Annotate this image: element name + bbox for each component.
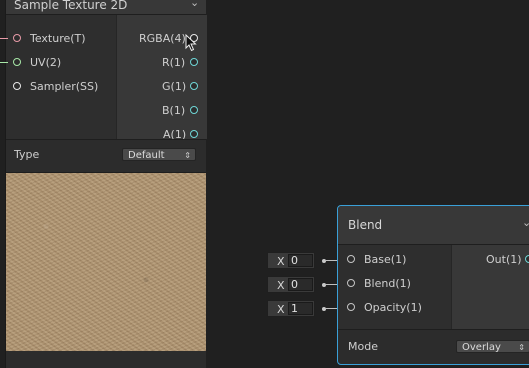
type-dropdown[interactable]: Default ⇕ [122,148,196,161]
dropdown-arrows-icon: ⇕ [518,343,525,352]
blend-value-input[interactable]: X 0 [267,276,315,293]
value-field[interactable]: 0 [288,278,313,291]
type-label: Type [14,148,40,161]
output-port-b[interactable] [190,106,198,114]
node-header[interactable]: Blend ⌄ [338,206,529,245]
input-port-opacity[interactable] [347,303,355,311]
output-port-out[interactable] [525,255,529,263]
mode-dropdown-value: Overlay [462,342,501,353]
input-label-sampler: Sampler(SS) [30,80,99,93]
mouse-pointer-icon [185,34,197,52]
node-title: Blend [348,218,383,232]
input-label-blend: Blend(1) [364,277,411,290]
input-port-base[interactable] [347,255,355,263]
texture-wire[interactable] [0,38,8,39]
chevron-down-icon[interactable]: ⌄ [190,0,199,9]
input-label-opacity: Opacity(1) [364,301,422,314]
node-title: Sample Texture 2D [14,0,128,12]
input-port-uv[interactable] [13,58,21,66]
axis-label: X [277,279,285,292]
value-field[interactable]: 1 [288,302,313,315]
node-header[interactable]: Sample Texture 2D ⌄ [6,0,206,15]
input-label-uv: UV(2) [30,56,62,69]
sample-texture-node[interactable]: Sample Texture 2D ⌄ Texture(T) UV(2) Sam… [5,0,207,368]
value-field[interactable]: 0 [288,254,313,267]
type-row: Type Default ⇕ [6,139,206,173]
type-dropdown-value: Default [128,150,165,161]
output-port-a[interactable] [190,130,198,138]
axis-label: X [277,255,285,268]
output-port-r[interactable] [190,58,198,66]
output-label-g: G(1) [162,80,187,93]
input-label-base: Base(1) [364,253,407,266]
axis-label: X [277,303,285,316]
mode-row: Mode Overlay ⇕ [338,329,529,366]
output-port-g[interactable] [190,82,198,90]
chevron-down-icon[interactable]: ⌄ [522,216,529,229]
output-label-rgba: RGBA(4) [139,32,186,45]
mode-dropdown[interactable]: Overlay ⇕ [456,340,529,353]
output-label-r: R(1) [162,56,186,69]
input-port-sampler[interactable] [13,82,21,90]
texture-preview [6,173,206,351]
input-label-texture: Texture(T) [30,32,86,45]
dropdown-arrows-icon: ⇕ [184,151,191,160]
input-port-texture[interactable] [13,34,21,42]
blend-node[interactable]: Blend ⌄ Base(1) Blend(1) Opacity(1) Out(… [337,205,529,365]
input-port-blend[interactable] [347,279,355,287]
output-label-out: Out(1) [486,253,522,266]
mode-label: Mode [348,340,378,353]
output-label-b: B(1) [162,104,186,117]
base-value-input[interactable]: X 0 [267,252,315,269]
uv-wire[interactable] [0,62,8,63]
opacity-value-input[interactable]: X 1 [267,300,315,317]
